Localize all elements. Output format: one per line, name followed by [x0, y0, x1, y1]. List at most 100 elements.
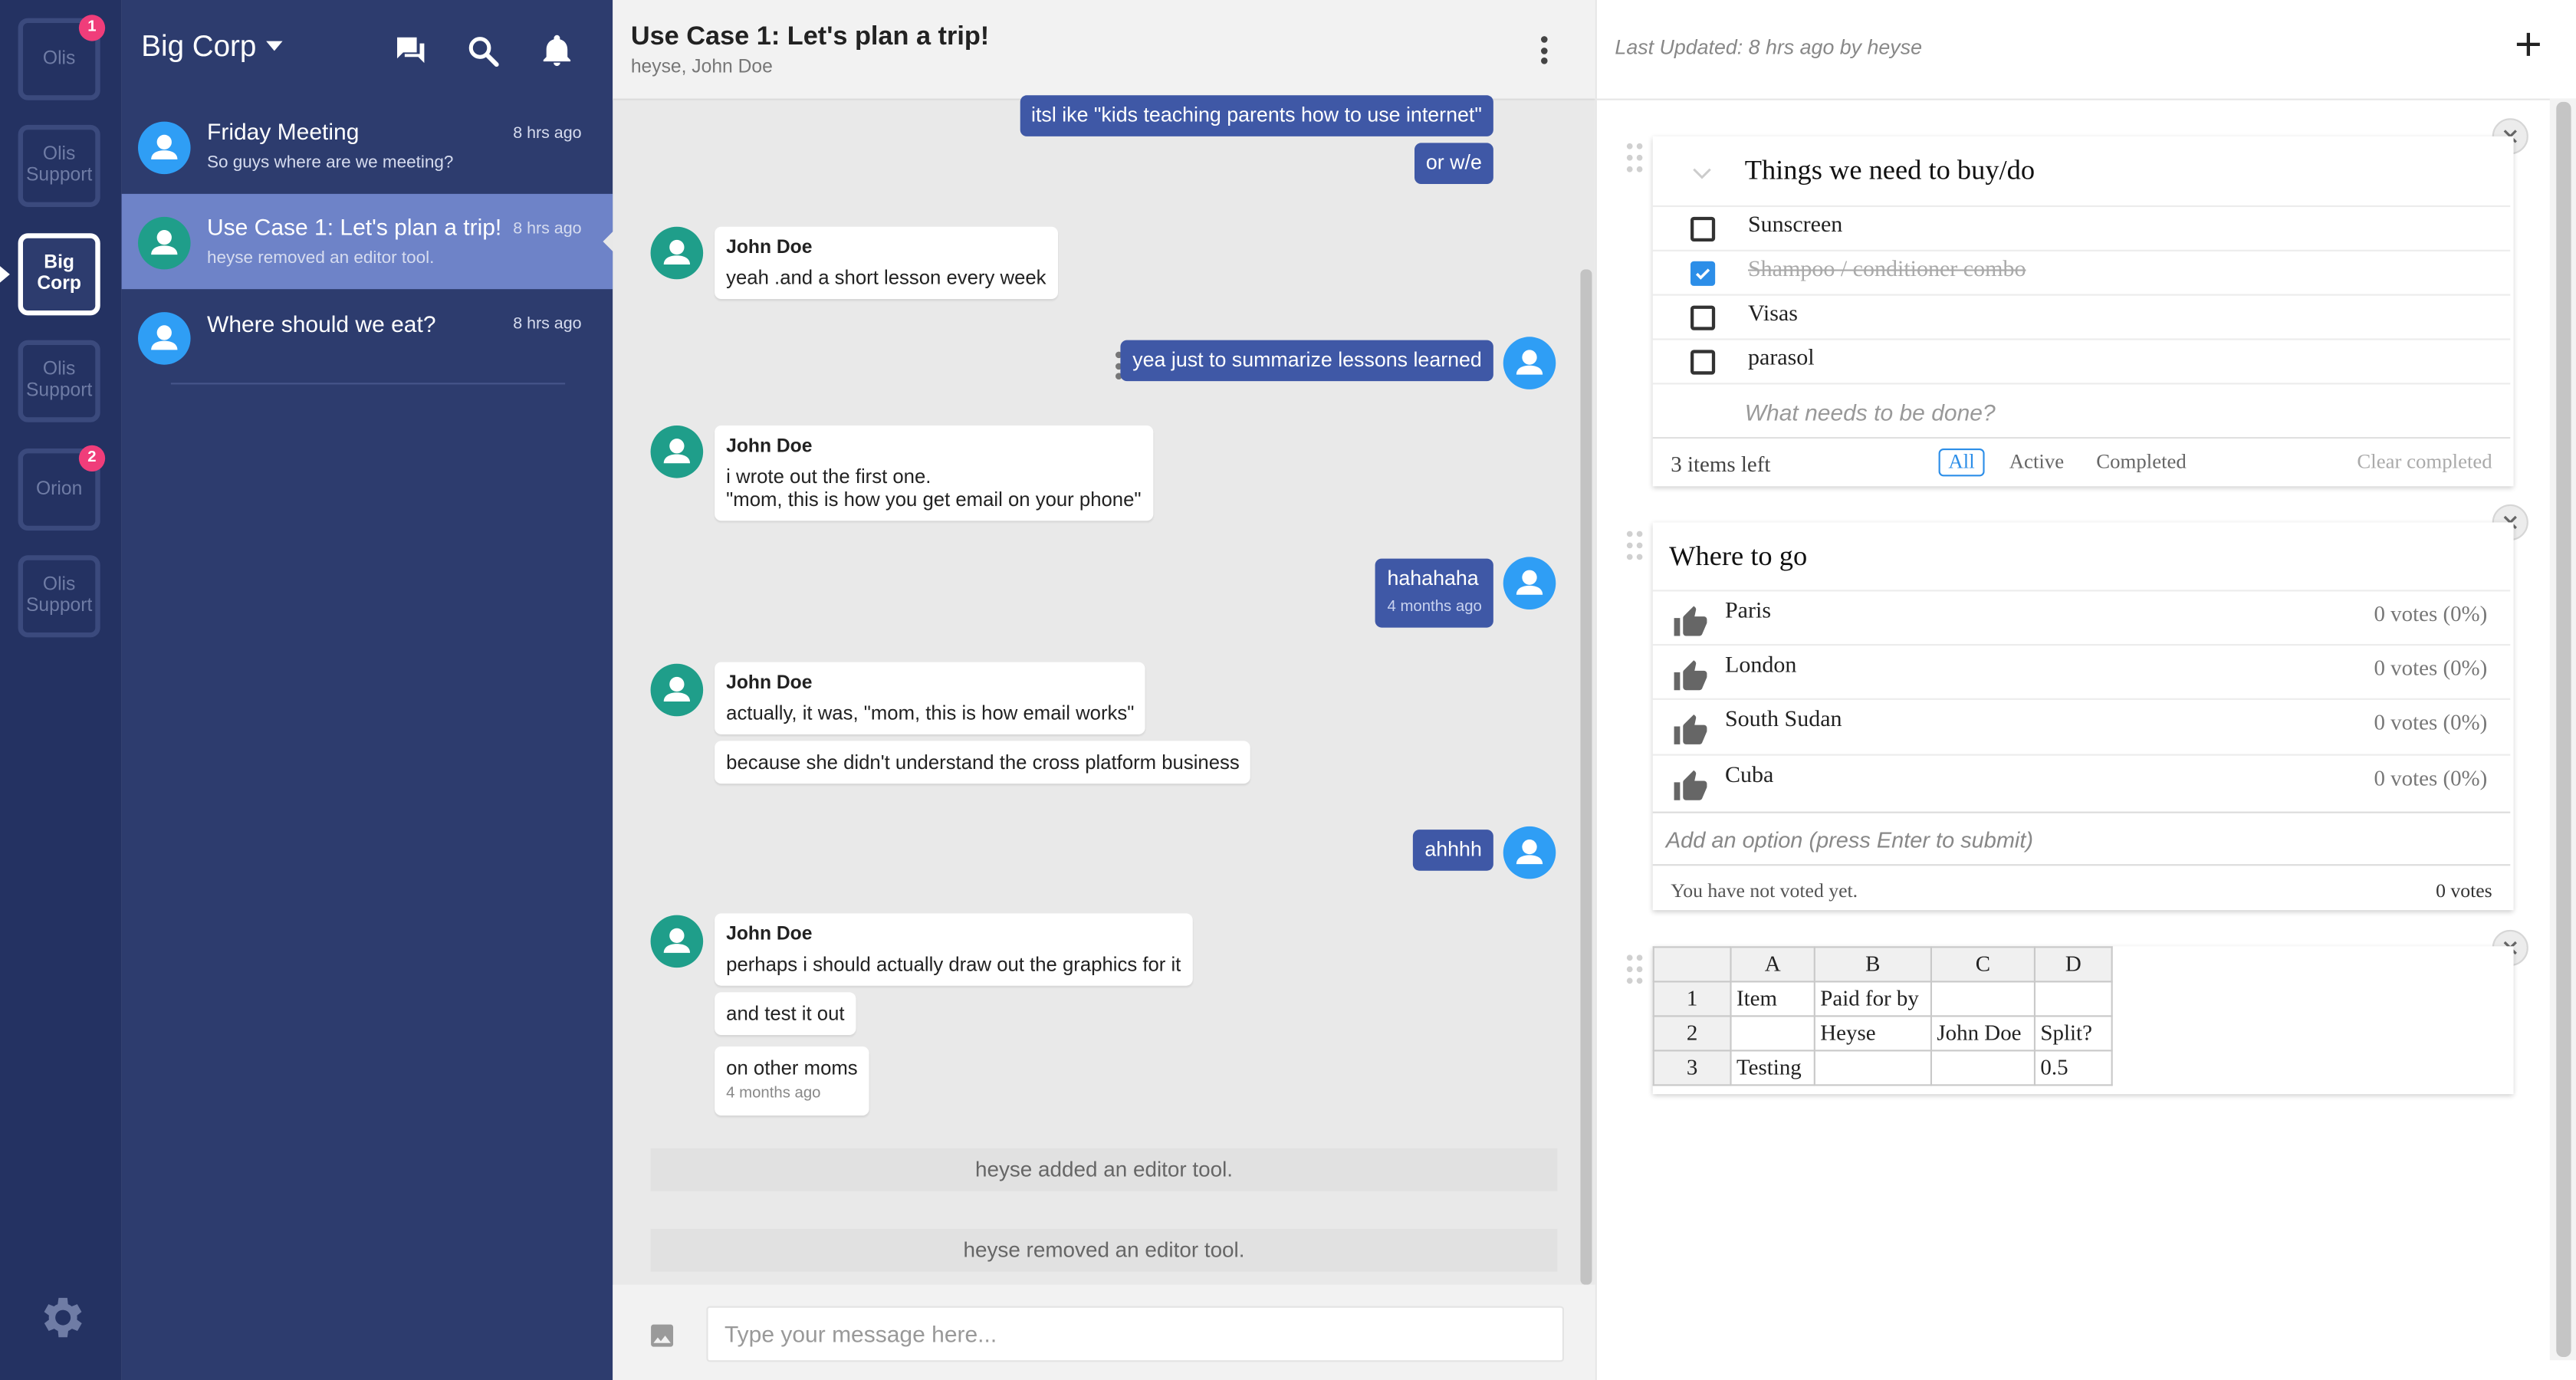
- column-header[interactable]: A: [1730, 946, 1815, 983]
- poll-option-votes: 0 votes (0%): [2374, 601, 2488, 626]
- add-tool-icon[interactable]: [2514, 30, 2544, 60]
- conversation-item-where-to-eat[interactable]: Where should we eat? 8 hrs ago: [122, 289, 613, 384]
- todo-checkbox[interactable]: [1691, 350, 1716, 375]
- person-icon: [151, 230, 178, 255]
- sheet-cell[interactable]: [1930, 981, 2036, 1017]
- workspace-switcher[interactable]: Big Corp: [141, 30, 283, 64]
- new-todo-input[interactable]: What needs to be done?: [1652, 383, 2511, 439]
- poll-option[interactable]: Paris 0 votes (0%): [1652, 590, 2511, 646]
- sheet-cell[interactable]: Heyse: [1813, 1015, 1932, 1052]
- conversation-preview: heyse removed an editor tool.: [207, 248, 435, 268]
- column-header[interactable]: C: [1930, 946, 2036, 983]
- column-header[interactable]: B: [1813, 946, 1932, 983]
- add-option-input[interactable]: Add an option (press Enter to submit): [1652, 811, 2511, 866]
- todo-footer: 3 items left All Active Completed Clear …: [1652, 437, 2511, 488]
- tools-header: Last Updated: 8 hrs ago by heyse: [1596, 0, 2576, 100]
- todo-checkbox[interactable]: [1691, 261, 1716, 286]
- items-left: 3 items left: [1671, 452, 1771, 477]
- avatar: [650, 915, 704, 968]
- thumbs-up-icon[interactable]: [1672, 769, 1708, 802]
- scrollbar-thumb[interactable]: [2556, 101, 2571, 1357]
- sheet-cell[interactable]: Paid for by: [1813, 981, 1932, 1017]
- message-text: i wrote out the first one.: [726, 465, 932, 488]
- todo-checkbox[interactable]: [1691, 305, 1716, 330]
- poll-option[interactable]: South Sudan 0 votes (0%): [1652, 698, 2511, 756]
- outgoing-message: hahahaha 4 months ago: [1375, 558, 1493, 628]
- poll-title: Where to go: [1669, 540, 1808, 572]
- poll-option[interactable]: London 0 votes (0%): [1652, 644, 2511, 700]
- column-header[interactable]: D: [2033, 946, 2113, 983]
- drag-handle-icon[interactable]: [1625, 141, 1644, 174]
- conversation-item-friday-meeting[interactable]: Friday Meeting So guys where are we meet…: [122, 99, 613, 194]
- poll-option-name: Paris: [1725, 600, 1771, 625]
- poll-option[interactable]: Cuba 0 votes (0%): [1652, 754, 2511, 810]
- new-todo-placeholder: What needs to be done?: [1744, 399, 1996, 426]
- clear-completed[interactable]: Clear completed: [2357, 450, 2492, 475]
- filter-active[interactable]: Active: [2009, 450, 2064, 475]
- todo-item[interactable]: Shampoo / conditioner combo: [1652, 249, 2511, 296]
- sheet-cell[interactable]: [2033, 981, 2113, 1017]
- drag-handle-icon[interactable]: [1625, 953, 1644, 986]
- sheet-cell[interactable]: 0.5: [2033, 1050, 2113, 1086]
- drag-handle-icon[interactable]: [1625, 529, 1644, 562]
- sheet-cell[interactable]: John Doe: [1930, 1015, 2036, 1052]
- org-label: Olis Support: [25, 144, 93, 186]
- chevron-down-icon: [266, 41, 283, 51]
- more-options-icon[interactable]: [1540, 36, 1548, 68]
- table-row: 1 Item Paid for by: [1652, 981, 2113, 1017]
- row-header[interactable]: 1: [1652, 981, 1732, 1017]
- org-switch-big-corp[interactable]: Big Corp: [18, 233, 100, 316]
- poll-option-name: London: [1725, 653, 1797, 678]
- avatar: [650, 426, 704, 478]
- spreadsheet-card: A B C D 1 Item Paid for by 2 Heyse John …: [1652, 946, 2514, 1095]
- message-author: John Doe: [726, 673, 813, 694]
- row-header[interactable]: 2: [1652, 1015, 1732, 1052]
- unread-badge: 2: [78, 445, 106, 472]
- message-input[interactable]: [706, 1306, 1564, 1362]
- column-header-row: A B C D: [1652, 946, 2113, 983]
- org-switch-olis-support[interactable]: Olis Support: [18, 124, 100, 207]
- org-switch-olis-support-3[interactable]: Olis Support: [18, 555, 100, 638]
- gear-icon[interactable]: [34, 1291, 87, 1344]
- chat-title: Use Case 1: Let's plan a trip!: [630, 23, 990, 51]
- outgoing-message: itsl ike "kids teaching parents how to u…: [1020, 95, 1493, 136]
- person-icon: [1516, 350, 1543, 375]
- sheet-cell[interactable]: Testing: [1730, 1050, 1815, 1086]
- panel-scrollbar[interactable]: [2549, 98, 2576, 1361]
- chevron-down-icon[interactable]: [1692, 168, 1712, 181]
- todo-item[interactable]: parasol: [1652, 338, 2511, 384]
- table-row: 3 Testing 0.5: [1652, 1050, 2113, 1086]
- todo-text: Sunscreen: [1748, 213, 1843, 238]
- filter-completed[interactable]: Completed: [2096, 450, 2187, 475]
- todo-checkbox[interactable]: [1691, 216, 1716, 242]
- thumbs-up-icon[interactable]: [1672, 605, 1708, 638]
- sheet-cell[interactable]: Split?: [2033, 1015, 2113, 1052]
- sheet-cell[interactable]: Item: [1730, 981, 1815, 1017]
- message-text: on other moms: [726, 1056, 858, 1079]
- org-switch-olis[interactable]: Olis 1: [18, 15, 106, 100]
- org-switch-olis-support-2[interactable]: Olis Support: [18, 340, 100, 422]
- avatar: [138, 121, 191, 175]
- sheet-cell[interactable]: [1813, 1050, 1932, 1086]
- poll-total-votes: 0 votes: [2436, 879, 2492, 902]
- todo-item[interactable]: Sunscreen: [1652, 205, 2511, 251]
- image-upload-icon[interactable]: [647, 1321, 677, 1351]
- chat-scrollbar[interactable]: [1580, 269, 1592, 1285]
- person-icon: [663, 239, 690, 264]
- row-header[interactable]: 3: [1652, 1050, 1732, 1086]
- bell-icon[interactable]: [539, 33, 575, 69]
- filter-all[interactable]: All: [1938, 449, 1985, 477]
- todo-item[interactable]: Visas: [1652, 294, 2511, 340]
- todo-title: Things we need to buy/do: [1744, 154, 2036, 186]
- sheet-cell[interactable]: [1730, 1015, 1815, 1052]
- conversation-item-plan-a-trip[interactable]: Use Case 1: Let's plan a trip! heyse rem…: [121, 193, 613, 290]
- sheet-cell[interactable]: [1930, 1050, 2036, 1086]
- message-time: 4 months ago: [1387, 598, 1482, 616]
- org-switch-orion[interactable]: Orion 2: [18, 445, 106, 531]
- chat-bubbles-icon[interactable]: [393, 33, 429, 69]
- thumbs-up-icon[interactable]: [1672, 713, 1708, 746]
- thumbs-up-icon[interactable]: [1672, 659, 1708, 692]
- avatar: [138, 216, 191, 270]
- chat-panel: Use Case 1: Let's plan a trip! heyse, Jo…: [613, 0, 1595, 1380]
- search-icon[interactable]: [465, 33, 501, 69]
